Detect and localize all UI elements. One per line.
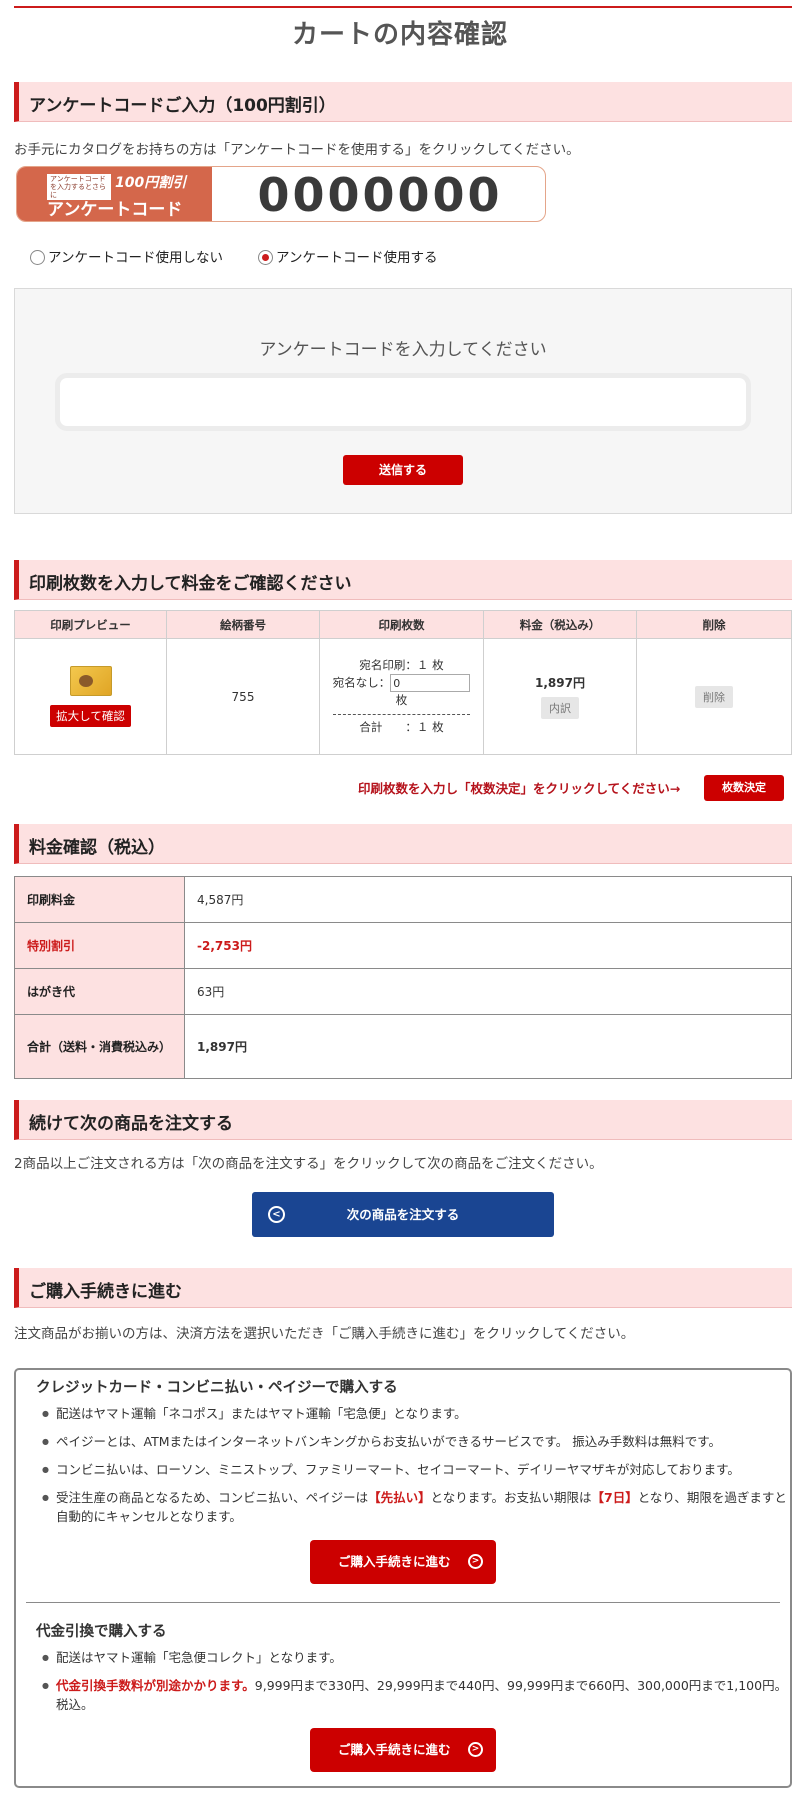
price-cell: 1,897円 内訳 xyxy=(483,638,637,755)
next-heading-text: 続けて次の商品を注文する xyxy=(29,1114,233,1134)
list-item: 受注生産の商品となるため、コンビニ払い、ペイジーは【先払い】となります。お支払い… xyxy=(42,1488,788,1526)
purchase-text: 注文商品がお揃いの方は、決済方法を選択いただき「ご購入手続きに進む」をクリックし… xyxy=(14,1326,635,1342)
quantity-cell: 宛名印刷：１ 枚 宛名なし： 0 枚 合計 ：１ 枚 xyxy=(319,638,484,755)
fee-value: 1,897円 xyxy=(184,1014,792,1079)
list-item: コンビニ払いは、ローソン、ミニストップ、ファミリーマート、セイコーマート、デイリ… xyxy=(42,1460,788,1479)
fee-value: 63円 xyxy=(184,968,792,1015)
fee-label: 特別割引 xyxy=(14,922,185,969)
list-item: ペイジーとは、ATMまたはインターネットバンキングからお支払いができるサービスで… xyxy=(42,1432,788,1451)
item4-text-b: となります。お支払い期限は xyxy=(430,1490,592,1505)
fee-label: はがき代 xyxy=(14,968,185,1015)
fee-label: 合計（送料・消費税込み） xyxy=(14,1014,185,1079)
preview-cell: 拡大して確認 xyxy=(14,638,167,755)
card-payment-title: クレジットカード・コンビニ払い・ペイジーで購入する xyxy=(36,1380,398,1396)
zoom-button[interactable]: 拡大して確認 xyxy=(50,705,131,727)
radio-no-survey-code[interactable]: アンケートコード使用しない xyxy=(30,246,223,266)
card-thumbnail[interactable] xyxy=(69,666,112,696)
cod-payment-title: 代金引換で購入する xyxy=(36,1624,167,1640)
fee-label: 印刷料金 xyxy=(14,876,185,923)
next-section-heading: 続けて次の商品を注文する xyxy=(14,1100,792,1140)
survey-section-heading: アンケートコードご入力（100円割引） xyxy=(14,82,792,122)
purchase-options-box: クレジットカード・コンビニ払い・ペイジーで購入する 配送はヤマト運輸「ネコポス」… xyxy=(14,1368,792,1788)
total-line: 合計 ：１ 枚 xyxy=(332,714,471,736)
print-table-header: 印刷プレビュー 絵柄番号 印刷枚数 料金（税込み） 削除 xyxy=(14,610,792,639)
purchase-card-button[interactable]: ご購入手続きに進む > xyxy=(310,1540,496,1584)
col-delete: 削除 xyxy=(636,610,792,639)
fee-row-postcard: はがき代 63円 xyxy=(14,968,792,1015)
fee-row-print: 印刷料金 4,587円 xyxy=(14,876,792,923)
print-section-heading: 印刷枚数を入力して料金をご確認ください xyxy=(14,560,792,600)
survey-code-banner: アンケートコードを入力するとさらに 100円割引 アンケートコード 000000… xyxy=(16,166,546,222)
radio-no-label: アンケートコード使用しない xyxy=(48,250,223,266)
radio-off-icon xyxy=(30,250,45,265)
page-title: カートの内容確認 xyxy=(291,20,508,50)
survey-heading-text: アンケートコードご入力（100円割引） xyxy=(29,96,336,116)
list-item: 配送はヤマト運輸「ネコポス」またはヤマト運輸「宅急便」となります。 xyxy=(42,1404,788,1423)
fee-section-heading: 料金確認（税込） xyxy=(14,824,792,864)
design-no-cell: 755 xyxy=(166,638,320,755)
next-product-button[interactable]: < 次の商品を注文する xyxy=(252,1192,554,1237)
print-table: 印刷プレビュー 絵柄番号 印刷枚数 料金（税込み） 削除 拡大して確認 755 … xyxy=(14,610,792,755)
total-label: 合計 ： xyxy=(359,720,417,734)
no-addr-unit: 枚 xyxy=(395,693,408,707)
addr-print-qty: １ 枚 xyxy=(416,658,444,672)
total-qty: １ 枚 xyxy=(416,720,444,734)
item-price: 1,897円 xyxy=(535,676,585,690)
next-product-label: 次の商品を注文する xyxy=(346,1207,460,1222)
fee-value: -2,753円 xyxy=(184,922,792,969)
addr-print-label: 宛名印刷： xyxy=(359,658,417,672)
banner-discount: 100円割引 xyxy=(115,175,187,191)
col-preview: 印刷プレビュー xyxy=(14,610,167,639)
col-design-no: 絵柄番号 xyxy=(166,610,320,639)
delete-cell: 削除 xyxy=(636,638,792,755)
print-heading-text: 印刷枚数を入力して料金をご確認ください xyxy=(29,574,352,594)
top-accent-line xyxy=(14,6,792,8)
chevron-right-circle-icon: > xyxy=(468,1742,483,1757)
decide-instruction: 印刷枚数を入力し「枚数決定」をクリックしてください→ xyxy=(358,781,681,796)
purchase-cod-button[interactable]: ご購入手続きに進む > xyxy=(310,1728,496,1772)
banner-code-number: 0000000 xyxy=(257,168,503,222)
survey-code-panel: アンケートコードを入力してください 送信する xyxy=(14,288,792,514)
banner-label: アンケートコード xyxy=(47,200,183,220)
purchase-heading-text: ご購入手続きに進む xyxy=(29,1282,182,1302)
breakdown-button[interactable]: 内訳 xyxy=(541,697,579,719)
no-addr-line: 宛名なし： 0 xyxy=(333,674,471,692)
addr-print-line: 宛名印刷：１ 枚 xyxy=(333,657,471,674)
col-quantity: 印刷枚数 xyxy=(319,610,484,639)
fee-value: 4,587円 xyxy=(184,876,792,923)
fee-table: 印刷料金 4,587円 特別割引 -2,753円 はがき代 63円 合計（送料・… xyxy=(14,876,792,1079)
deadline-emphasis: 【7日】 xyxy=(591,1490,638,1505)
item4-text-a: 受注生産の商品となるため、コンビニ払い、ペイジーは xyxy=(56,1490,369,1505)
fee-row-discount: 特別割引 -2,753円 xyxy=(14,922,792,969)
no-addr-label: 宛名なし： xyxy=(332,675,391,690)
radio-on-icon xyxy=(258,250,273,265)
chevron-right-circle-icon: > xyxy=(468,1554,483,1569)
radio-use-survey-code[interactable]: アンケートコード使用する xyxy=(258,246,437,266)
purchase-cod-label: ご購入手続きに進む xyxy=(338,1742,451,1757)
delete-button[interactable]: 削除 xyxy=(695,685,733,708)
decide-quantity-button[interactable]: 枚数決定 xyxy=(704,775,784,801)
purchase-section-heading: ご購入手続きに進む xyxy=(14,1268,792,1308)
no-addr-quantity-input[interactable]: 0 xyxy=(390,674,471,692)
fee-heading-text: 料金確認（税込） xyxy=(29,838,165,858)
fee-row-total: 合計（送料・消費税込み） 1,897円 xyxy=(14,1014,792,1079)
list-item: 代金引換手数料が別途かかります。9,999円まで330円、29,999円まで44… xyxy=(42,1676,788,1714)
send-button[interactable]: 送信する xyxy=(343,455,463,485)
quantity-block: 宛名印刷：１ 枚 宛名なし： 0 枚 合計 ：１ 枚 xyxy=(332,657,471,736)
purchase-card-label: ご購入手続きに進む xyxy=(338,1554,451,1569)
radio-yes-label: アンケートコード使用する xyxy=(276,250,438,266)
prepay-emphasis: 【先払い】 xyxy=(368,1490,431,1505)
section-divider xyxy=(26,1602,780,1603)
table-row: 拡大して確認 755 宛名印刷：１ 枚 宛名なし： 0 枚 合計 ：１ 枚 1,8… xyxy=(14,638,792,755)
list-item: 配送はヤマト運輸「宅急便コレクト」となります。 xyxy=(42,1648,788,1667)
cod-fee-emphasis: 代金引換手数料が別途かかります。 xyxy=(56,1678,255,1693)
survey-intro: お手元にカタログをお持ちの方は「アンケートコードを使用する」をクリックしてくださ… xyxy=(14,142,580,158)
survey-code-input[interactable] xyxy=(55,373,751,431)
survey-code-prompt: アンケートコードを入力してください xyxy=(259,340,547,360)
col-price: 料金（税込み） xyxy=(483,610,637,639)
next-text: 2商品以上ご注文される方は「次の商品を注文する」をクリックして次の商品をご注文く… xyxy=(14,1156,603,1172)
